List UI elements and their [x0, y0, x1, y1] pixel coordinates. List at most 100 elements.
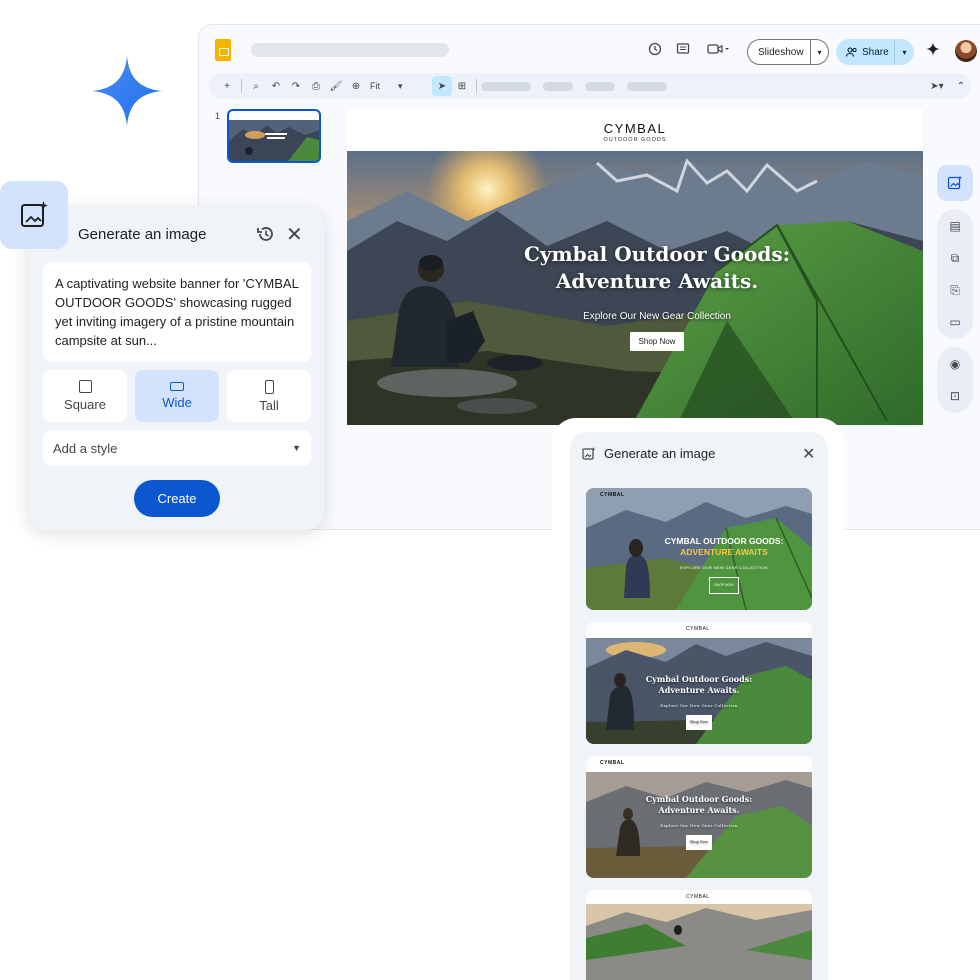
divider: [476, 79, 477, 93]
folder-icon[interactable]: ▭: [945, 311, 965, 333]
image-add-icon[interactable]: [937, 165, 973, 201]
result-brand: CYMBAL: [600, 760, 625, 766]
chevron-down-icon[interactable]: ▾: [810, 40, 828, 64]
generate-image-panel: Generate an image ✕ A captivating websit…: [28, 206, 324, 530]
zoom-icon[interactable]: ⊕: [346, 76, 366, 96]
toolbar-placeholder: [481, 81, 531, 91]
toolbar-placeholder: [627, 81, 667, 91]
rail-group-media: ◉ ⊡: [937, 347, 973, 413]
close-icon[interactable]: ✕: [802, 444, 815, 464]
file-icon[interactable]: ⎘: [945, 279, 965, 301]
tall-icon: [264, 379, 274, 394]
aspect-label: Wide: [162, 395, 192, 410]
layout-icon[interactable]: ▤: [945, 215, 965, 237]
toolbar-placeholder: [543, 81, 573, 91]
slide-number: 1: [215, 111, 221, 121]
side-panel-rail: ▤ ⧉ ⎘ ▭ ◉ ⊡: [937, 165, 973, 413]
style-placeholder: Add a style: [53, 440, 118, 456]
pointer-mode-icon[interactable]: ➤▾: [923, 76, 951, 96]
result-image-1[interactable]: CYMBAL CYMBAL OUTDOOR GOODS: ADVENTURE A…: [586, 488, 812, 610]
hero-subheadline: Explore Our New Gear Collection: [583, 311, 731, 322]
share-button[interactable]: Share ▾: [836, 39, 914, 65]
result-line2: Adventure Awaits.: [658, 805, 740, 815]
hero-headline: Cymbal Outdoor Goods: Adventure Awaits.: [487, 241, 827, 295]
history-icon[interactable]: [645, 39, 665, 59]
history-icon[interactable]: [256, 224, 276, 244]
generate-image-tile-icon[interactable]: [0, 181, 68, 249]
edit-toolbar: + ⌕ ↶ ↷ ⎙ 🖌︎ ⊕ Fit ▾ ➤ ⊞ ➤▾ ⌃: [209, 73, 971, 99]
collapse-toolbar-icon[interactable]: ⌃: [951, 76, 971, 96]
generate-results-panel: Generate an image ✕ CYMBAL CYMBAL OUTDOO…: [570, 432, 828, 980]
divider: [241, 79, 242, 93]
create-button[interactable]: Create: [134, 480, 220, 517]
slideshow-label: Slideshow: [758, 46, 804, 58]
result-sub: EXPLORE OUR NEW GEAR COLLECTION: [680, 565, 768, 570]
rail-group-tools: ▤ ⧉ ⎘ ▭: [937, 209, 973, 339]
slides-logo-icon[interactable]: [215, 39, 231, 61]
result-brand: CYMBAL: [600, 492, 625, 498]
result-line1: Cymbal Outdoor Goods:: [645, 674, 753, 684]
select-pointer-icon[interactable]: ➤: [432, 76, 452, 96]
image-add-icon: [582, 446, 596, 460]
brand-subtitle: OUTDOOR GOODS: [603, 137, 667, 143]
toolbar-placeholder: [585, 81, 615, 91]
aspect-ratio-options: Square Wide Tall: [43, 370, 311, 422]
result-image-2[interactable]: CYMBAL Cymbal Outdoor Goods: Adventure A…: [586, 622, 812, 744]
result-line1: Cymbal Outdoor Goods:: [645, 794, 753, 804]
top-bar: Slideshow ▾ Share ▾: [199, 25, 980, 73]
aspect-label: Square: [64, 397, 106, 412]
avatar[interactable]: [955, 40, 977, 62]
prompt-input[interactable]: A captivating website banner for 'CYMBAL…: [43, 262, 311, 362]
style-select[interactable]: Add a style ▼: [43, 430, 311, 466]
result-caption: Cymbal Outdoor Goods: Adventure Awaits. …: [586, 674, 812, 730]
result-caption: CYMBAL OUTDOOR GOODS: ADVENTURE AWAITS E…: [636, 536, 812, 594]
record-icon[interactable]: ◉: [945, 353, 965, 375]
gemini-icon[interactable]: [923, 39, 943, 59]
zoom-label: Fit: [370, 81, 380, 91]
gallery-icon[interactable]: ⧉: [945, 247, 965, 269]
result-line2: Adventure Awaits.: [658, 685, 740, 695]
divider: [412, 76, 432, 96]
result-sub: Explore Our New Gear Collection: [660, 823, 738, 828]
comment-icon[interactable]: [673, 39, 693, 59]
close-icon[interactable]: ✕: [286, 222, 303, 247]
add-comment-icon[interactable]: ⊞: [452, 76, 472, 96]
slide-canvas[interactable]: CYMBAL OUTDOOR GOODS Cymbal Outdoor Good…: [347, 109, 923, 425]
add-icon[interactable]: +: [217, 76, 237, 96]
aspect-wide-button[interactable]: Wide: [135, 370, 219, 422]
brand-name: CYMBAL: [603, 121, 667, 136]
result-line1: CYMBAL OUTDOOR GOODS:: [664, 536, 784, 546]
chevron-down-icon[interactable]: ▾: [894, 39, 914, 65]
hero-banner-image[interactable]: Cymbal Outdoor Goods: Adventure Awaits. …: [347, 151, 923, 425]
undo-icon[interactable]: ↶: [266, 76, 286, 96]
wide-icon: [170, 382, 184, 391]
slide-thumbnail[interactable]: [227, 109, 321, 163]
camera-icon[interactable]: [703, 39, 733, 59]
search-icon[interactable]: ⌕: [246, 76, 266, 96]
zoom-select[interactable]: Fit ▾: [366, 81, 403, 92]
result-image-4[interactable]: CYMBAL: [586, 890, 812, 980]
print-icon[interactable]: ⎙: [306, 76, 326, 96]
shop-now-button[interactable]: Shop Now: [629, 332, 685, 351]
panel-title: Generate an image: [78, 226, 207, 243]
slide-brand: CYMBAL OUTDOOR GOODS: [347, 121, 923, 143]
share-label: Share: [862, 46, 889, 58]
slideshow-button[interactable]: Slideshow ▾: [747, 39, 829, 65]
people-icon: [846, 47, 857, 57]
result-brand: CYMBAL: [686, 626, 710, 632]
chevron-down-icon: ▼: [292, 443, 301, 453]
document-title[interactable]: [251, 43, 449, 57]
gemini-sparkle-icon: [92, 56, 162, 126]
results-panel-title: Generate an image: [604, 446, 716, 461]
square-icon: [78, 380, 92, 393]
video-add-icon[interactable]: ⊡: [945, 385, 965, 407]
aspect-tall-button[interactable]: Tall: [227, 370, 311, 422]
redo-icon[interactable]: ↷: [286, 76, 306, 96]
paint-format-icon[interactable]: 🖌︎: [326, 76, 346, 96]
results-panel-header: Generate an image: [582, 446, 715, 461]
result-cta: Shop Now: [685, 715, 713, 730]
hero-text-group: Cymbal Outdoor Goods: Adventure Awaits. …: [487, 241, 827, 351]
result-image-3[interactable]: CYMBAL Cymbal Outdoor Goods: Adventure A…: [586, 756, 812, 878]
aspect-square-button[interactable]: Square: [43, 370, 127, 422]
result-line2: ADVENTURE AWAITS: [680, 547, 768, 557]
